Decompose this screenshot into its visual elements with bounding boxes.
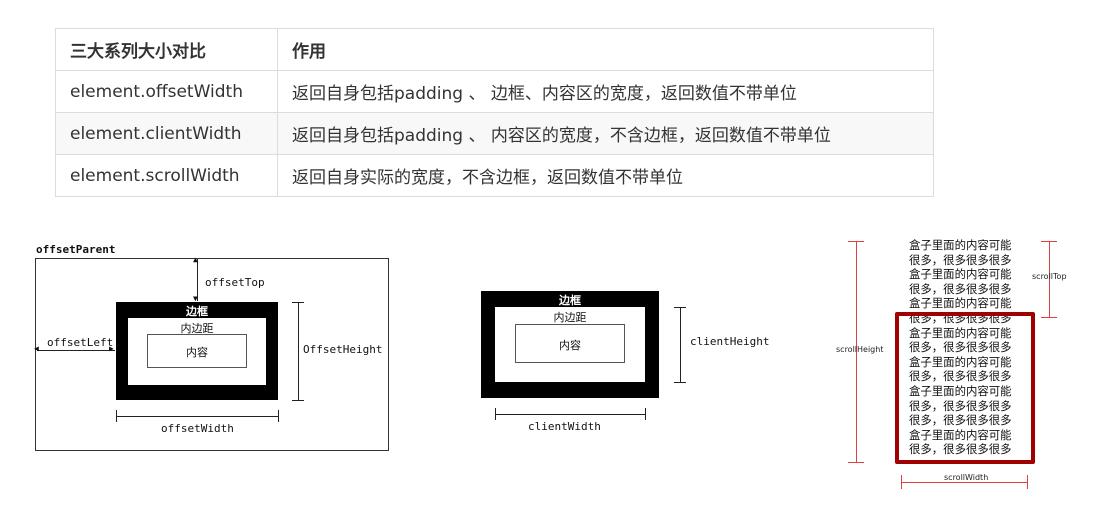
table-cell-description: 返回自身包括padding 、 内容区的宽度，不含边框，返回数值不带单位: [277, 112, 934, 155]
table-cell-property: element.offsetWidth: [55, 70, 278, 113]
offset-width-label: offsetWidth: [161, 422, 234, 435]
content-line: 很多，很多很多很多: [909, 281, 1012, 296]
client-width-line: [495, 414, 645, 415]
offset-height-label: OffsetHeight: [303, 343, 383, 356]
content-line: 盒子里面的内容可能: [909, 296, 1012, 311]
offset-border-label: 边框: [186, 305, 208, 318]
table-row: element.offsetWidth 返回自身包括padding 、 边框、内…: [55, 70, 934, 113]
client-border-label: 边框: [559, 294, 581, 307]
offset-left-arrow: [37, 350, 115, 351]
comparison-table: 三大系列大小对比 作用 element.offsetWidth 返回自身包括pa…: [55, 28, 934, 197]
header-cell-series: 三大系列大小对比: [55, 28, 278, 71]
tick-mark: [848, 462, 864, 463]
tick-mark: [116, 410, 117, 422]
arrow-left-icon: ◀: [34, 344, 39, 353]
tick-mark: [674, 307, 686, 308]
arrow-down-icon: ▼: [193, 294, 198, 303]
tick-mark: [848, 241, 864, 242]
tick-mark: [901, 475, 902, 489]
table-cell-description: 返回自身包括padding 、 边框、内容区的宽度，返回数值不带单位: [277, 70, 934, 113]
client-width-label: clientWidth: [528, 420, 601, 433]
table-cell-property: element.clientWidth: [55, 112, 278, 155]
offset-top-label: offsetTop: [205, 276, 265, 289]
tick-mark: [292, 400, 304, 401]
table-header-row: 三大系列大小对比 作用: [55, 28, 934, 71]
tick-mark: [1041, 317, 1057, 318]
tick-mark: [292, 302, 304, 303]
tick-mark: [645, 408, 646, 420]
arrow-up-icon: ▲: [193, 255, 198, 264]
client-height-line: [680, 307, 681, 382]
tick-mark: [1027, 475, 1028, 489]
offset-left-label: offsetLeft: [47, 336, 114, 349]
content-line: 很多，很多很多很多: [909, 252, 1012, 267]
tick-mark: [495, 408, 496, 420]
content-line: 盒子里面的内容可能: [909, 267, 1012, 282]
table-row: element.scrollWidth 返回自身实际的宽度，不含边框，返回数值不…: [55, 154, 934, 197]
table-row: element.clientWidth 返回自身包括padding 、 内容区的…: [55, 112, 934, 155]
tick-mark: [1041, 241, 1057, 242]
header-cell-purpose: 作用: [277, 28, 934, 71]
scroll-top-label: scrollTop: [1032, 272, 1067, 281]
client-height-label: clientHeight: [690, 335, 770, 348]
offset-width-line: [116, 416, 278, 417]
tick-mark: [674, 382, 686, 383]
content-line: 盒子里面的内容可能: [909, 238, 1012, 252]
offset-parent-label: offsetParent: [36, 243, 116, 256]
offset-height-line: [298, 302, 299, 400]
table-cell-description: 返回自身实际的宽度，不含边框，返回数值不带单位: [277, 154, 934, 197]
scroll-box[interactable]: [895, 312, 1035, 464]
table-cell-property: element.scrollWidth: [55, 154, 278, 197]
tick-mark: [278, 410, 279, 422]
client-content-label: 内容: [559, 339, 581, 352]
scroll-width-label: scrollWidth: [944, 473, 989, 482]
scroll-height-label: scrollHeight: [836, 345, 884, 354]
scroll-width-line: [901, 482, 1027, 483]
client-padding-label: 内边距: [553, 311, 587, 324]
offset-content-label: 内容: [186, 346, 208, 359]
